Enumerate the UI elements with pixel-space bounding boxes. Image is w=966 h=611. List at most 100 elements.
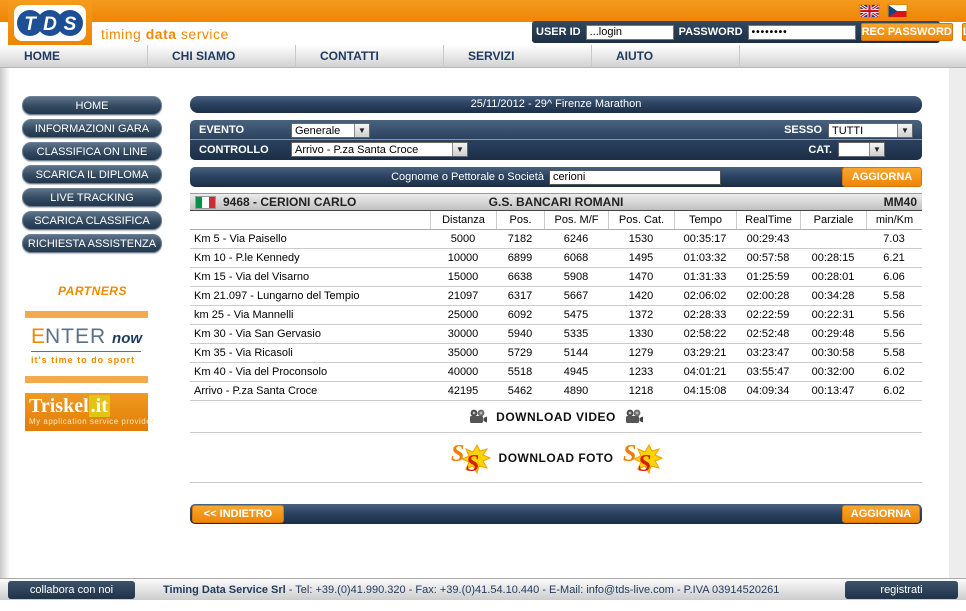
tds-logo[interactable]: T D S bbox=[8, 0, 92, 45]
sidebar-menu-button[interactable]: HOME bbox=[22, 96, 162, 115]
cell-distanza: 30000 bbox=[430, 325, 496, 343]
cell-pos: 6638 bbox=[496, 268, 544, 286]
indietro-button[interactable]: << INDIETRO bbox=[192, 505, 284, 523]
footer-contact-info: Timing Data Service Srl - Tel: +39.(0)41… bbox=[163, 584, 779, 596]
uk-flag-icon[interactable] bbox=[859, 4, 880, 18]
password-input[interactable] bbox=[748, 25, 856, 40]
cell-realtime: 02:52:48 bbox=[736, 325, 800, 343]
nav-item[interactable]: AIUTO bbox=[592, 45, 740, 68]
cell-pos-cat: 1233 bbox=[608, 363, 674, 381]
svg-text:S: S bbox=[638, 451, 651, 477]
evento-select[interactable]: Generale▼ bbox=[291, 123, 370, 138]
sidebar-menu-button[interactable]: INFORMAZIONI GARA bbox=[22, 119, 162, 138]
runner-info-bar: 9468 - CERIONI CARLO G.S. BANCARI ROMANI… bbox=[190, 193, 922, 211]
nav-item[interactable]: CHI SIAMO bbox=[148, 45, 296, 68]
cell-min-km: 5.58 bbox=[866, 344, 922, 362]
cell-min-km: 5.58 bbox=[866, 287, 922, 305]
ss-photo-logo-icon: S S bbox=[621, 439, 663, 477]
footer: collabora con noi Timing Data Service Sr… bbox=[0, 578, 966, 600]
download-video-link[interactable]: DOWNLOAD VIDEO bbox=[190, 401, 922, 433]
left-page-shadow bbox=[0, 68, 10, 578]
right-page-margin bbox=[949, 68, 966, 578]
cell-pos-mf: 5335 bbox=[544, 325, 608, 343]
table-row: Km 5 - Via Paisello 5000 7182 6246 1530 … bbox=[190, 230, 922, 249]
col-header-realtime: RealTime bbox=[736, 211, 800, 229]
cell-realtime: 00:57:58 bbox=[736, 249, 800, 267]
cell-tempo: 02:06:02 bbox=[674, 287, 736, 305]
cell-min-km: 6.02 bbox=[866, 363, 922, 381]
triskel-tagline: My application service provider bbox=[29, 417, 144, 426]
triskel-partner-logo[interactable]: Triskel.it My application service provid… bbox=[25, 393, 148, 431]
video-camera-icon bbox=[468, 409, 488, 424]
aggiorna-button-bottom[interactable]: AGGIORNA bbox=[842, 505, 920, 523]
registrati-button[interactable]: registrati bbox=[845, 581, 958, 599]
download-video-label: DOWNLOAD VIDEO bbox=[496, 410, 616, 424]
cell-pos-mf: 4890 bbox=[544, 382, 608, 400]
nav-item[interactable]: HOME bbox=[0, 45, 148, 68]
cell-checkpoint: Km 15 - Via del Visarno bbox=[190, 268, 430, 286]
cell-pos-mf: 5475 bbox=[544, 306, 608, 324]
sidebar-menu-button[interactable]: RICHIESTA ASSISTENZA bbox=[22, 234, 162, 253]
enternow-partner-logo[interactable]: ENTER now it's time to do sport bbox=[25, 311, 148, 383]
download-foto-link[interactable]: S S DOWNLOAD FOTO S S bbox=[190, 433, 922, 483]
cell-min-km: 5.56 bbox=[866, 325, 922, 343]
password-label: PASSWORD bbox=[679, 26, 743, 38]
controllo-label: CONTROLLO bbox=[199, 144, 291, 156]
sidebar-menu-button[interactable]: CLASSIFICA ON LINE bbox=[22, 142, 162, 161]
sidebar-menu-button[interactable]: SCARICA CLASSIFICA bbox=[22, 211, 162, 230]
cell-checkpoint: Km 21.097 - Lungarno del Tempio bbox=[190, 287, 430, 305]
table-row: Arrivo - P.za Santa Croce 42195 5462 489… bbox=[190, 382, 922, 401]
collabora-button[interactable]: collabora con noi bbox=[8, 581, 135, 599]
cell-realtime: 00:29:43 bbox=[736, 230, 800, 248]
cell-pos-cat: 1530 bbox=[608, 230, 674, 248]
partners-label: PARTNERS bbox=[10, 284, 175, 298]
table-row: Km 40 - Via del Proconsolo 40000 5518 49… bbox=[190, 363, 922, 382]
cat-select[interactable]: ▼ bbox=[838, 142, 885, 157]
search-input[interactable] bbox=[549, 170, 721, 185]
cell-pos-cat: 1495 bbox=[608, 249, 674, 267]
cell-realtime: 03:23:47 bbox=[736, 344, 800, 362]
ss-photo-logo-icon: S S bbox=[449, 439, 491, 477]
cell-pos-mf: 5667 bbox=[544, 287, 608, 305]
rec-password-button[interactable]: REC PASSWORD bbox=[861, 23, 953, 41]
sidebar-menu: HOME INFORMAZIONI GARA CLASSIFICA ON LINE S… bbox=[10, 96, 185, 253]
cell-distanza: 42195 bbox=[430, 382, 496, 400]
evento-label: EVENTO bbox=[199, 124, 291, 136]
cell-pos: 7182 bbox=[496, 230, 544, 248]
user-id-input[interactable] bbox=[586, 25, 674, 40]
login-panel: USER ID PASSWORD REC PASSWORD LOGIN bbox=[532, 21, 940, 43]
cell-parziale: 00:28:15 bbox=[800, 249, 866, 267]
cell-parziale: 00:29:48 bbox=[800, 325, 866, 343]
login-button[interactable]: LOGIN bbox=[962, 23, 966, 41]
czech-flag-icon[interactable] bbox=[887, 4, 908, 18]
sidebar-menu-button[interactable]: LIVE TRACKING bbox=[22, 188, 162, 207]
sesso-select[interactable]: TUTTI▼ bbox=[828, 123, 913, 138]
cell-checkpoint: Km 30 - Via San Gervasio bbox=[190, 325, 430, 343]
col-header-pos: Pos. bbox=[496, 211, 544, 229]
col-header-distanza: Distanza bbox=[430, 211, 496, 229]
tagline: timing data service bbox=[101, 26, 229, 42]
nav-item[interactable]: SERVIZI bbox=[444, 45, 592, 68]
cell-pos: 6092 bbox=[496, 306, 544, 324]
filter-row-evento: EVENTO Generale▼ SESSO TUTTI▼ bbox=[190, 121, 922, 140]
chevron-down-icon: ▼ bbox=[354, 124, 369, 137]
cell-distanza: 25000 bbox=[430, 306, 496, 324]
nav-item[interactable]: CONTATTI bbox=[296, 45, 444, 68]
cell-parziale: 00:22:31 bbox=[800, 306, 866, 324]
video-camera-icon bbox=[624, 409, 644, 424]
enternow-wordmark: ENTER now bbox=[25, 327, 148, 349]
search-bar: Cognome o Pettorale o Società AGGIORNA bbox=[190, 167, 922, 187]
cell-parziale: 00:34:28 bbox=[800, 287, 866, 305]
cell-pos-mf: 5144 bbox=[544, 344, 608, 362]
cell-tempo: 02:28:33 bbox=[674, 306, 736, 324]
sidebar-menu-button[interactable]: SCARICA IL DIPLOMA bbox=[22, 165, 162, 184]
controllo-select[interactable]: Arrivo - P.za Santa Croce▼ bbox=[291, 142, 468, 157]
cell-parziale: 00:28:01 bbox=[800, 268, 866, 286]
cell-realtime: 04:09:34 bbox=[736, 382, 800, 400]
svg-text:S: S bbox=[64, 14, 77, 35]
col-header-min-km: min/Km bbox=[866, 211, 922, 229]
aggiorna-button-top[interactable]: AGGIORNA bbox=[842, 167, 922, 187]
cell-pos: 5462 bbox=[496, 382, 544, 400]
triskel-wordmark: Triskel.it bbox=[29, 395, 144, 417]
svg-text:T: T bbox=[24, 14, 37, 35]
